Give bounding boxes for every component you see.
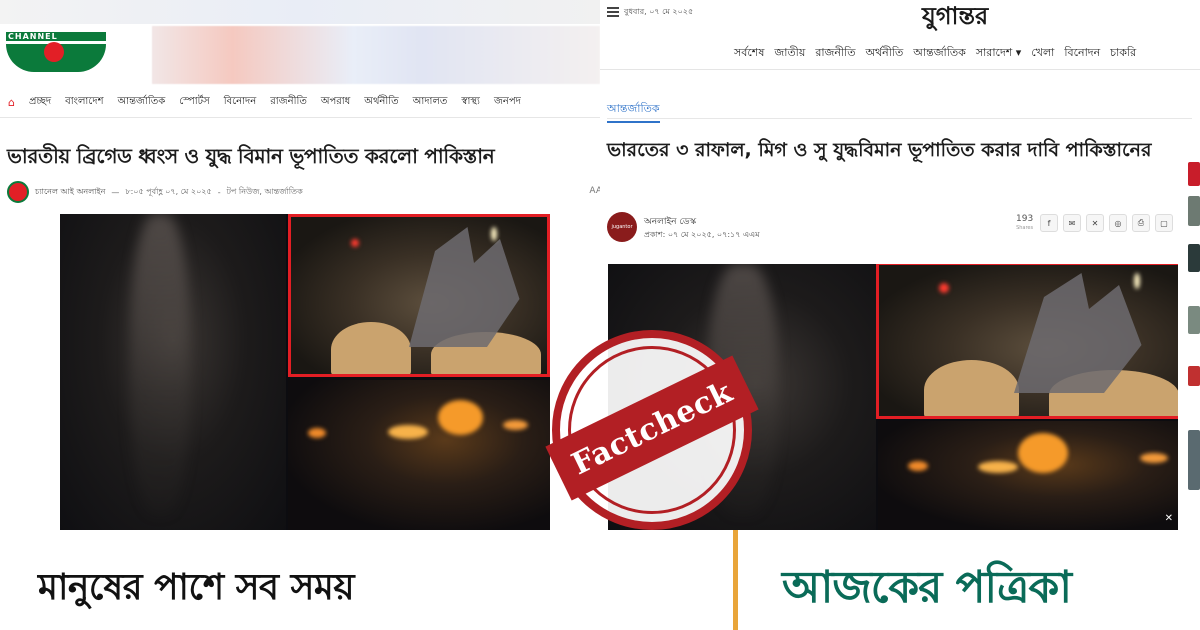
nav-item[interactable]: বিনোদন [224, 94, 257, 111]
nav-item[interactable]: আন্তর্জাতিক [913, 44, 966, 63]
share-count: 193 Shares [1016, 215, 1033, 233]
header-date: বুধবার, ০৭ মে ২০২৫ [624, 7, 694, 16]
nav-item[interactable]: খেলা [1031, 44, 1054, 63]
publish-time: ৮:০৫ পূর্বাহ্ণ ০৭, মে ২০২৫ [125, 186, 212, 196]
nav-item[interactable]: রাজনীতি [815, 44, 855, 63]
article-headline: ভারতের ৩ রাফাল, মিগ ও সু যুদ্ধবিমান ভূপা… [607, 139, 1152, 161]
article-category[interactable]: টপ নিউজ, আন্তর্জাতিক [227, 186, 303, 199]
home-icon[interactable]: ⌂ [8, 96, 15, 109]
nav-item[interactable]: প্রচ্ছদ [29, 94, 51, 111]
author-name[interactable]: চ্যানেল আই অনলাইন [35, 186, 105, 199]
nav-item[interactable]: অর্থনীতি [866, 44, 904, 63]
site-header: CHANNEL [0, 0, 600, 86]
whatsapp-share-icon[interactable]: ◎ [1109, 214, 1127, 232]
sidebar-thumbnails-edge [1188, 160, 1200, 540]
ajker-patrika-logo: আজকের পত্রিকা [782, 562, 1072, 613]
nav-item[interactable]: আদালত [413, 94, 448, 111]
facebook-share-icon[interactable]: f [1040, 214, 1058, 232]
copy-link-icon[interactable]: ▢ [1155, 214, 1173, 232]
fire-photo [878, 421, 1178, 530]
footer-bar: মানুষের পাশে সব সময় আজকের পত্রিকা [0, 540, 1200, 630]
jugantor-logo[interactable]: যুগান্তর [922, 0, 988, 38]
factcheck-stamp: Factcheck [545, 326, 759, 534]
nav-item[interactable]: স্বাস্থ্য [461, 94, 480, 111]
site-header: বুধবার, ০৭ মে ২০২৫ যুগান্তর সর্বশেষ জাতী… [600, 0, 1200, 70]
author-name[interactable]: অনলাইন ডেস্ক [644, 214, 696, 229]
x-share-icon[interactable]: ✕ [1086, 214, 1104, 232]
nav-item[interactable]: জনপদ [494, 94, 521, 111]
tag-divider [607, 118, 1192, 119]
category-tag[interactable]: আন্তর্জাতিক [607, 100, 660, 123]
nav-item[interactable]: বাংলাদেশ [65, 94, 103, 111]
nav-item[interactable]: আন্তর্জাতিক [117, 94, 165, 111]
nav-item[interactable]: জাতীয় [774, 44, 805, 63]
wreckage-photo-highlighted [876, 264, 1178, 419]
print-icon[interactable]: ⎙ [1132, 214, 1150, 232]
nav-item[interactable]: অর্থনীতি [364, 94, 398, 111]
footer-divider [733, 530, 738, 630]
share-count-value: 193 [1016, 214, 1034, 224]
font-size-toggle[interactable]: AA [589, 186, 600, 196]
main-nav: ⌂ প্রচ্ছদ বাংলাদেশ আন্তর্জাতিক স্পোর্টস … [0, 92, 600, 112]
article-photo-collage [60, 214, 550, 530]
close-icon[interactable]: ✕ [1165, 513, 1173, 524]
smoke-photo [60, 214, 286, 530]
avatar-text: jugantor [611, 224, 633, 230]
logo-red-dot [44, 42, 64, 62]
composite-image: CHANNEL ⌂ প্রচ্ছদ বাংলাদেশ আন্তর্জাতিক স… [0, 0, 1200, 630]
ad-banner[interactable] [152, 26, 600, 84]
logo-text: CHANNEL [6, 32, 106, 41]
channel-i-logo[interactable]: CHANNEL [6, 30, 106, 74]
wreckage-photo-highlighted [288, 214, 550, 377]
fire-photo [288, 380, 550, 530]
nav-item[interactable]: সর্বশেষ [734, 44, 764, 63]
nav-item[interactable]: চাকরি [1110, 44, 1136, 63]
publish-time: প্রকাশ: ০৭ মে ২০২৫, ০৭:১৭ এএম [644, 230, 760, 239]
nav-item[interactable]: বিনোদন [1064, 44, 1100, 63]
nav-item[interactable]: রাজনীতি [270, 94, 307, 111]
author-avatar[interactable]: jugantor [607, 212, 637, 242]
nav-item-dropdown[interactable]: সারাদেশ ▾ [976, 44, 1021, 63]
author-avatar[interactable] [7, 181, 29, 203]
nav-divider [0, 117, 600, 118]
main-nav: সর্বশেষ জাতীয় রাজনীতি অর্থনীতি আন্তর্জা… [734, 45, 1136, 61]
meta-separator: - [217, 187, 221, 197]
share-count-label: Shares [1016, 225, 1034, 231]
article-headline: ভারতীয় ব্রিগেড ধ্বংস ও যুদ্ধ বিমান ভূপা… [7, 144, 495, 168]
nav-item[interactable]: অপরাধ [321, 94, 350, 111]
article-meta: চ্যানেল আই অনলাইন — ৮:০৫ পূর্বাহ্ণ ০৭, ম… [7, 180, 600, 204]
slogan-text: মানুষের পাশে সব সময় [38, 567, 355, 608]
meta-separator: — [111, 187, 120, 197]
hamburger-menu-icon[interactable] [607, 7, 619, 17]
share-buttons: f ✉ ✕ ◎ ⎙ ▢ [1040, 214, 1173, 232]
messenger-share-icon[interactable]: ✉ [1063, 214, 1081, 232]
channel-i-screenshot: CHANNEL ⌂ প্রচ্ছদ বাংলাদেশ আন্তর্জাতিক স… [0, 0, 600, 540]
nav-item[interactable]: স্পোর্টস [179, 94, 209, 111]
